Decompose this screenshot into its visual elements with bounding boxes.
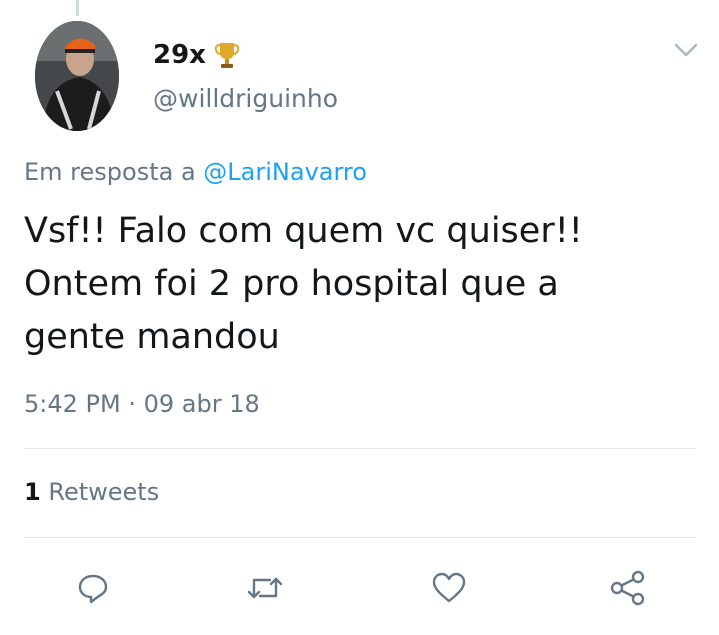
timestamp-separator: · bbox=[128, 390, 136, 418]
display-name-text: 29x bbox=[153, 40, 206, 70]
tweet-time: 5:42 PM bbox=[24, 390, 121, 418]
tweet-date: 09 abr 18 bbox=[143, 390, 260, 418]
user-handle[interactable]: @willdriguinho bbox=[153, 84, 338, 113]
retweet-button[interactable] bbox=[242, 565, 288, 611]
divider bbox=[24, 537, 696, 538]
thread-connector-line bbox=[76, 0, 79, 16]
retweet-count: 1 bbox=[24, 478, 41, 506]
reply-icon bbox=[78, 574, 108, 604]
tweet-timestamp[interactable]: 5:42 PM · 09 abr 18 bbox=[24, 390, 260, 418]
divider bbox=[24, 448, 696, 449]
reply-button[interactable] bbox=[70, 565, 116, 611]
avatar[interactable] bbox=[35, 21, 119, 131]
display-name[interactable]: 29x bbox=[153, 40, 240, 70]
share-icon bbox=[610, 570, 645, 606]
heart-icon bbox=[432, 572, 466, 603]
tweet-text: Vsf!! Falo com quem vc quiser!! Ontem fo… bbox=[24, 211, 583, 357]
action-bar bbox=[0, 565, 719, 611]
retweet-label: Retweets bbox=[48, 478, 160, 506]
reply-prefix: Em resposta a bbox=[24, 158, 196, 186]
retweet-icon bbox=[247, 577, 283, 599]
like-button[interactable] bbox=[426, 565, 472, 611]
trophy-icon bbox=[214, 43, 240, 68]
share-button[interactable] bbox=[605, 565, 651, 611]
retweet-stats[interactable]: 1 Retweets bbox=[24, 478, 159, 506]
reply-mention-link[interactable]: @LariNavarro bbox=[203, 158, 367, 186]
tweet-card: 29x @willdriguinho Em resposta a @LariNa… bbox=[0, 0, 719, 635]
chevron-down-icon[interactable] bbox=[672, 40, 700, 60]
avatar-photo bbox=[35, 21, 119, 131]
reply-context: Em resposta a @LariNavarro bbox=[24, 158, 367, 186]
